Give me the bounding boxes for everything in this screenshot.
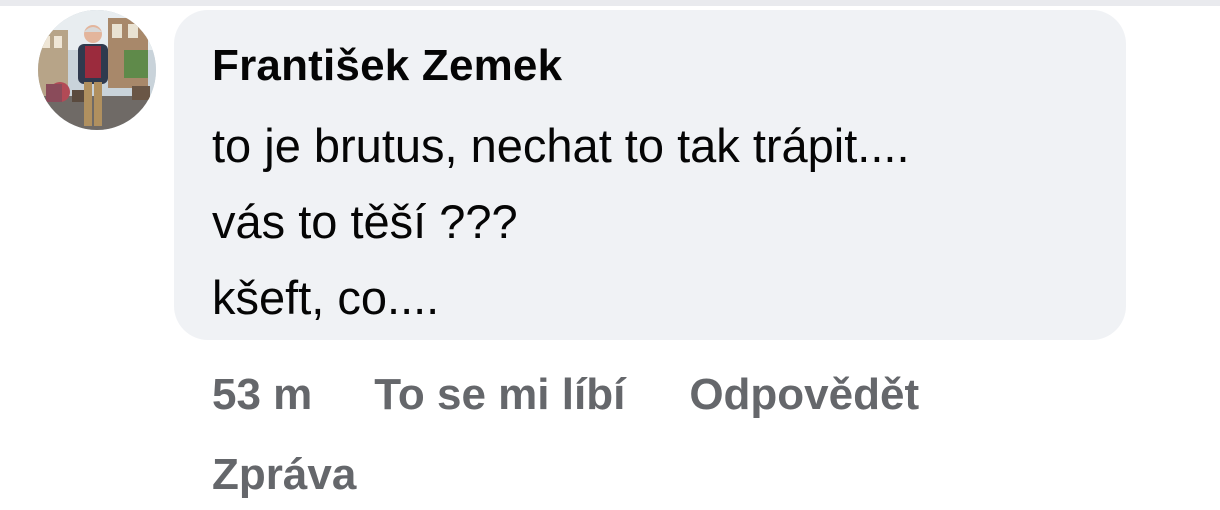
reply-button[interactable]: Odpovědět: [689, 370, 919, 420]
comment-actions-row: Zpráva: [212, 440, 1132, 510]
comment-line: to je brutus, nechat to tak trápit....: [212, 119, 910, 172]
comment-line: kšeft, co....: [212, 271, 440, 324]
comment-timestamp[interactable]: 53 m: [212, 370, 312, 420]
comment-line: vás to těší ???: [212, 195, 518, 248]
avatar[interactable]: [38, 10, 156, 130]
avatar-photo: [38, 10, 156, 130]
comment-actions: 53 m To se mi líbí Odpovědět Zpráva: [212, 360, 1132, 510]
comment-bubble: František Zemek to je brutus, nechat to …: [174, 10, 1126, 340]
like-button[interactable]: To se mi líbí: [374, 370, 625, 420]
comment-actions-row: 53 m To se mi líbí Odpovědět: [212, 360, 1132, 430]
comment-author-name[interactable]: František Zemek: [212, 36, 1126, 96]
comment-text: to je brutus, nechat to tak trápit.... v…: [212, 108, 1126, 336]
message-button[interactable]: Zpráva: [212, 450, 356, 500]
top-divider: [0, 0, 1220, 6]
